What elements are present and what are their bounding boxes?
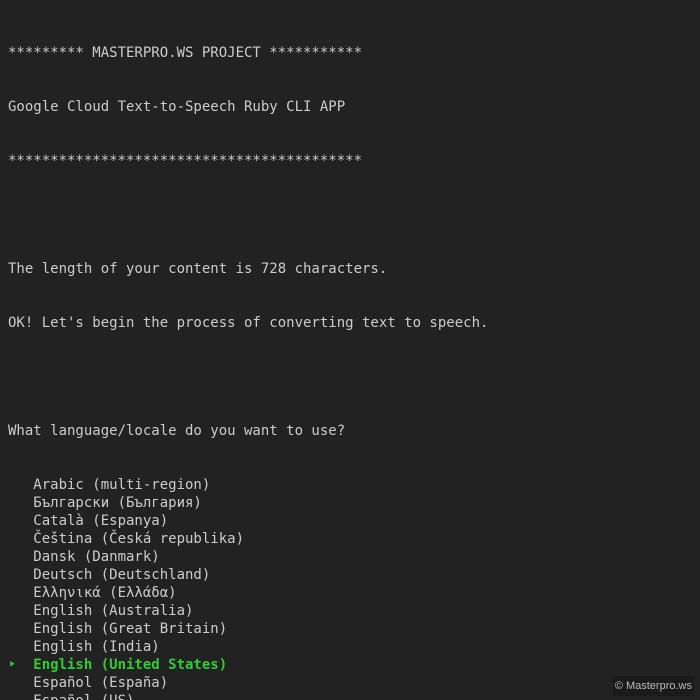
banner-line-2: Google Cloud Text-to-Speech Ruby CLI APP (8, 98, 692, 116)
watermark-text: © Masterpro.ws (613, 676, 694, 696)
language-option[interactable]: ‣ English (United States) (8, 656, 692, 674)
status-begin: OK! Let's begin the process of convertin… (8, 314, 692, 332)
language-label: Čeština (Česká republika) (33, 531, 244, 547)
language-list[interactable]: Arabic (multi-region) Български (Българи… (8, 476, 692, 700)
language-option[interactable]: English (Australia) (8, 602, 692, 620)
language-option[interactable]: Español (US) (8, 692, 692, 700)
language-label: Arabic (multi-region) (33, 477, 210, 493)
language-option[interactable]: English (Great Britain) (8, 620, 692, 638)
selection-arrow-icon: ‣ (8, 656, 33, 674)
language-label: Español (US) (33, 693, 134, 700)
blank-line (8, 368, 692, 386)
language-label: English (Great Britain) (33, 621, 227, 637)
banner-line-3: ****************************************… (8, 152, 692, 170)
language-label: English (United States) (33, 657, 227, 673)
status-length: The length of your content is 728 charac… (8, 260, 692, 278)
terminal-output: ********* MASTERPRO.WS PROJECT *********… (0, 0, 700, 700)
language-option[interactable]: Ελληνικά (Ελλάδα) (8, 584, 692, 602)
language-option[interactable]: Arabic (multi-region) (8, 476, 692, 494)
language-label: English (India) (33, 639, 159, 655)
language-label: Español (España) (33, 675, 168, 691)
language-option[interactable]: Català (Espanya) (8, 512, 692, 530)
language-label: Deutsch (Deutschland) (33, 567, 210, 583)
language-label: Dansk (Danmark) (33, 549, 159, 565)
banner-line-1: ********* MASTERPRO.WS PROJECT *********… (8, 44, 692, 62)
prompt-question: What language/locale do you want to use? (8, 422, 692, 440)
language-label: English (Australia) (33, 603, 193, 619)
language-label: Ελληνικά (Ελλάδα) (33, 585, 176, 601)
language-option[interactable]: Deutsch (Deutschland) (8, 566, 692, 584)
language-option[interactable]: Dansk (Danmark) (8, 548, 692, 566)
language-label: Български (България) (33, 495, 202, 511)
language-label: Català (Espanya) (33, 513, 168, 529)
language-option[interactable]: Čeština (Česká republika) (8, 530, 692, 548)
language-option[interactable]: English (India) (8, 638, 692, 656)
language-option[interactable]: Español (España) (8, 674, 692, 692)
blank-line (8, 206, 692, 224)
language-option[interactable]: Български (България) (8, 494, 692, 512)
